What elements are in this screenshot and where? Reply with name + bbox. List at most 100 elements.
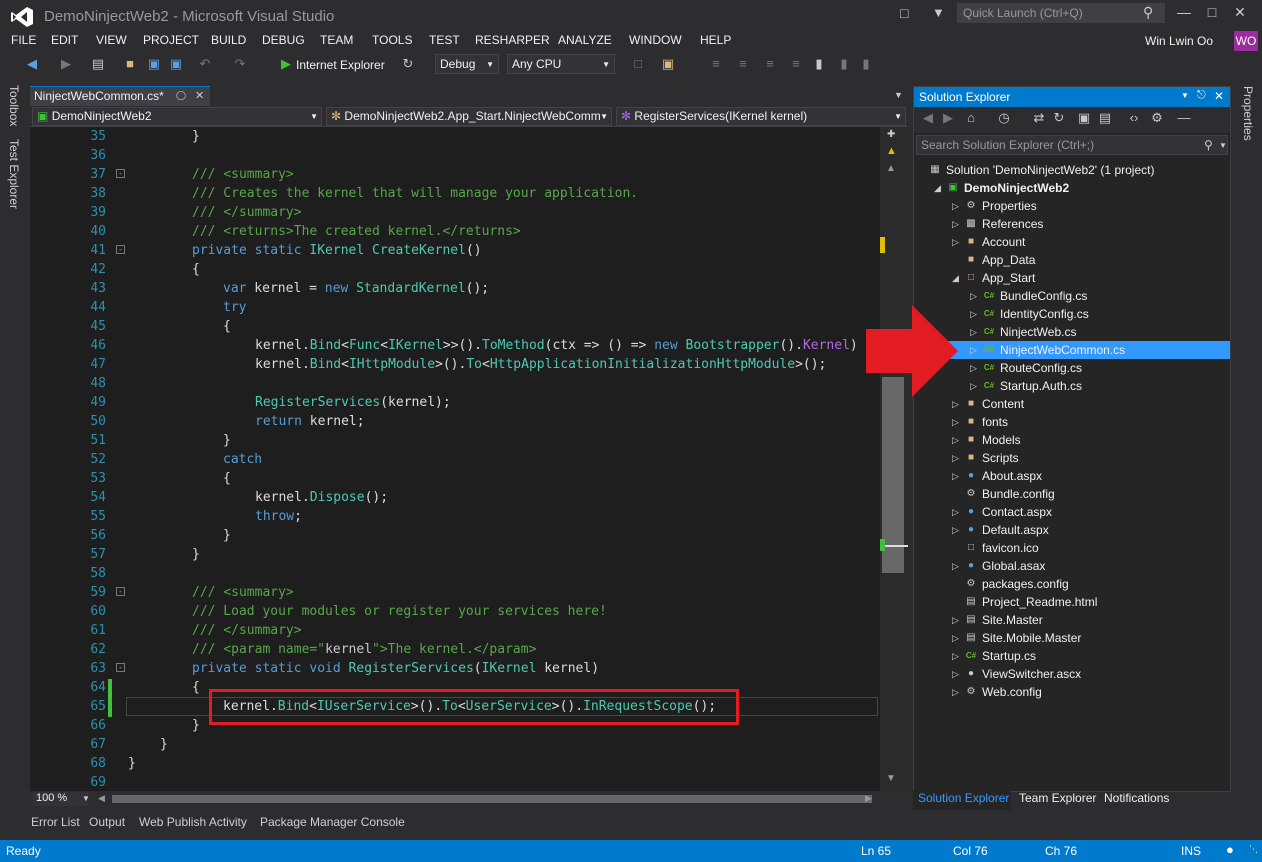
- menu-file[interactable]: FILE: [11, 33, 36, 47]
- scroll-left-icon[interactable]: ◀: [98, 793, 105, 804]
- collapsed-chevron-icon[interactable]: ▷: [970, 341, 977, 359]
- collapse-icon[interactable]: -: [116, 587, 125, 596]
- tree-item[interactable]: ▷ ■ Scripts: [914, 449, 1230, 467]
- resize-grip-icon[interactable]: ⋱: [1249, 844, 1258, 855]
- menu-team[interactable]: TEAM: [320, 33, 353, 47]
- tree-item[interactable]: ▷ ● About.aspx: [914, 467, 1230, 485]
- toolbox-tab[interactable]: Toolbox: [7, 85, 21, 126]
- collapse-all-icon[interactable]: ▣: [1076, 110, 1092, 126]
- tree-item[interactable]: ▷ ● ViewSwitcher.ascx: [914, 665, 1230, 683]
- collapsed-chevron-icon[interactable]: ▷: [970, 305, 977, 323]
- tab-output[interactable]: Output: [89, 815, 125, 829]
- project-dropdown[interactable]: ▣ DemoNinjectWeb2 ▼: [32, 107, 322, 126]
- editor-vertical-scrollbar[interactable]: ✚ ▲ ▲ ▼: [880, 127, 908, 791]
- collapsed-chevron-icon[interactable]: ▷: [952, 395, 959, 413]
- tab-package-manager-console[interactable]: Package Manager Console: [260, 815, 405, 829]
- tree-item[interactable]: ◢ ▣ DemoNinjectWeb2: [914, 179, 1230, 197]
- pending-changes-icon[interactable]: ◷: [996, 110, 1012, 126]
- tree-item[interactable]: ⚙ packages.config: [914, 575, 1230, 593]
- close-icon[interactable]: ✕: [1214, 89, 1224, 103]
- bookmark-icon[interactable]: ▮: [811, 56, 827, 72]
- menu-project[interactable]: PROJECT: [143, 33, 199, 47]
- avatar[interactable]: WO: [1234, 31, 1258, 51]
- test-explorer-tab[interactable]: Test Explorer: [7, 139, 21, 209]
- collapsed-chevron-icon[interactable]: ▷: [952, 629, 959, 647]
- prev-bookmark-icon[interactable]: ▮: [836, 56, 852, 72]
- filter-icon[interactable]: ▼: [932, 5, 945, 20]
- tree-item[interactable]: ▷ ▩ References: [914, 215, 1230, 233]
- indent-icon[interactable]: ≡: [735, 56, 751, 72]
- tree-item[interactable]: ⚙ Bundle.config: [914, 485, 1230, 503]
- tree-item[interactable]: ▷ ● Contact.aspx: [914, 503, 1230, 521]
- warning-icon[interactable]: ▲: [886, 145, 897, 157]
- forward-icon[interactable]: ▶: [58, 56, 74, 72]
- collapsed-chevron-icon[interactable]: ▷: [970, 377, 977, 395]
- zoom-chevron-down-icon[interactable]: ▼: [82, 794, 90, 803]
- browse-icon[interactable]: ▣: [660, 56, 676, 72]
- expanded-chevron-icon[interactable]: ◢: [952, 269, 959, 287]
- tab-solution-explorer[interactable]: Solution Explorer: [913, 790, 1011, 810]
- save-all-icon[interactable]: ▣: [168, 56, 184, 72]
- collapsed-chevron-icon[interactable]: ▷: [970, 359, 977, 377]
- show-all-files-icon[interactable]: ▤: [1097, 110, 1113, 126]
- refresh-icon[interactable]: ↻: [1051, 110, 1067, 126]
- search-options-icon[interactable]: ▼: [1219, 141, 1227, 150]
- menu-resharper[interactable]: RESHARPER: [475, 33, 550, 47]
- minimize-icon[interactable]: —: [1170, 4, 1198, 20]
- collapse-icon[interactable]: -: [116, 663, 125, 672]
- pin-icon[interactable]: ⎋: [1197, 89, 1206, 102]
- tree-item[interactable]: ▷ C# NinjectWebCommon.cs: [914, 341, 1230, 359]
- feedback-icon[interactable]: □: [900, 5, 908, 21]
- format-icon[interactable]: ≡: [708, 56, 724, 72]
- forward-icon[interactable]: ▶: [940, 110, 956, 126]
- menu-tools[interactable]: TOOLS: [372, 33, 412, 47]
- scroll-up-icon[interactable]: ▲: [886, 163, 896, 174]
- tab-web-publish-activity[interactable]: Web Publish Activity: [139, 815, 247, 829]
- refresh-icon[interactable]: ↻: [400, 56, 416, 72]
- tree-item[interactable]: ▷ ⚙ Web.config: [914, 683, 1230, 701]
- collapsed-chevron-icon[interactable]: ▷: [952, 503, 959, 521]
- tree-item[interactable]: ▷ C# NinjectWeb.cs: [914, 323, 1230, 341]
- tree-item[interactable]: ▷ C# IdentityConfig.cs: [914, 305, 1230, 323]
- collapsed-chevron-icon[interactable]: ▷: [952, 683, 959, 701]
- collapse-icon[interactable]: -: [116, 245, 125, 254]
- menu-edit[interactable]: EDIT: [51, 33, 78, 47]
- tree-item[interactable]: ▷ ● Global.asax: [914, 557, 1230, 575]
- code-editor[interactable]: 35 36 37 38 39 40 41 42 43 44 45 46 47 48 49 50 51 52 53 54…: [30, 127, 880, 791]
- tree-item[interactable]: □ favicon.ico: [914, 539, 1230, 557]
- tree-item[interactable]: ▷ ▤ Site.Mobile.Master: [914, 629, 1230, 647]
- collapsed-chevron-icon[interactable]: ▷: [952, 557, 959, 575]
- home-icon[interactable]: ⌂: [963, 110, 979, 126]
- member-dropdown[interactable]: ✻ RegisterServices(IKernel kernel) ▼: [616, 107, 906, 126]
- preview-icon[interactable]: —: [1176, 110, 1192, 126]
- collapsed-chevron-icon[interactable]: ▷: [952, 449, 959, 467]
- new-project-icon[interactable]: ▤: [90, 56, 106, 72]
- back-icon[interactable]: ◀: [24, 56, 40, 72]
- collapsed-chevron-icon[interactable]: ▷: [952, 647, 959, 665]
- collapsed-chevron-icon[interactable]: ▷: [952, 197, 959, 215]
- next-bookmark-icon[interactable]: ▮: [858, 56, 874, 72]
- tree-item[interactable]: ▷ ■ fonts: [914, 413, 1230, 431]
- editor-horizontal-scrollbar[interactable]: 100 % ▼ ◀ ▶: [30, 791, 908, 807]
- tree-item[interactable]: ■ App_Data: [914, 251, 1230, 269]
- horizontal-scroll-thumb[interactable]: [112, 795, 872, 803]
- tab-team-explorer[interactable]: Team Explorer: [1019, 791, 1096, 805]
- collapsed-chevron-icon[interactable]: ▷: [952, 233, 959, 251]
- comment-icon[interactable]: ≡: [762, 56, 778, 72]
- collapsed-chevron-icon[interactable]: ▷: [952, 431, 959, 449]
- menu-view[interactable]: VIEW: [96, 33, 127, 47]
- back-icon[interactable]: ◀: [920, 110, 936, 126]
- tree-item[interactable]: ▷ C# RouteConfig.cs: [914, 359, 1230, 377]
- platform-dropdown[interactable]: Any CPU ▼: [507, 54, 615, 74]
- tree-item[interactable]: ▷ C# BundleConfig.cs: [914, 287, 1230, 305]
- search-icon[interactable]: ⚲: [1143, 4, 1153, 21]
- properties-tab[interactable]: Properties: [1241, 86, 1255, 141]
- uncomment-icon[interactable]: ≡: [788, 56, 804, 72]
- scroll-thumb[interactable]: [882, 377, 904, 573]
- close-tab-icon[interactable]: ✕: [195, 89, 204, 102]
- pin-icon[interactable]: ◯: [176, 90, 186, 101]
- view-code-icon[interactable]: ‹›: [1126, 110, 1142, 126]
- redo-icon[interactable]: ↷: [232, 56, 248, 72]
- collapsed-chevron-icon[interactable]: ▷: [952, 413, 959, 431]
- collapsed-chevron-icon[interactable]: ▷: [952, 665, 959, 683]
